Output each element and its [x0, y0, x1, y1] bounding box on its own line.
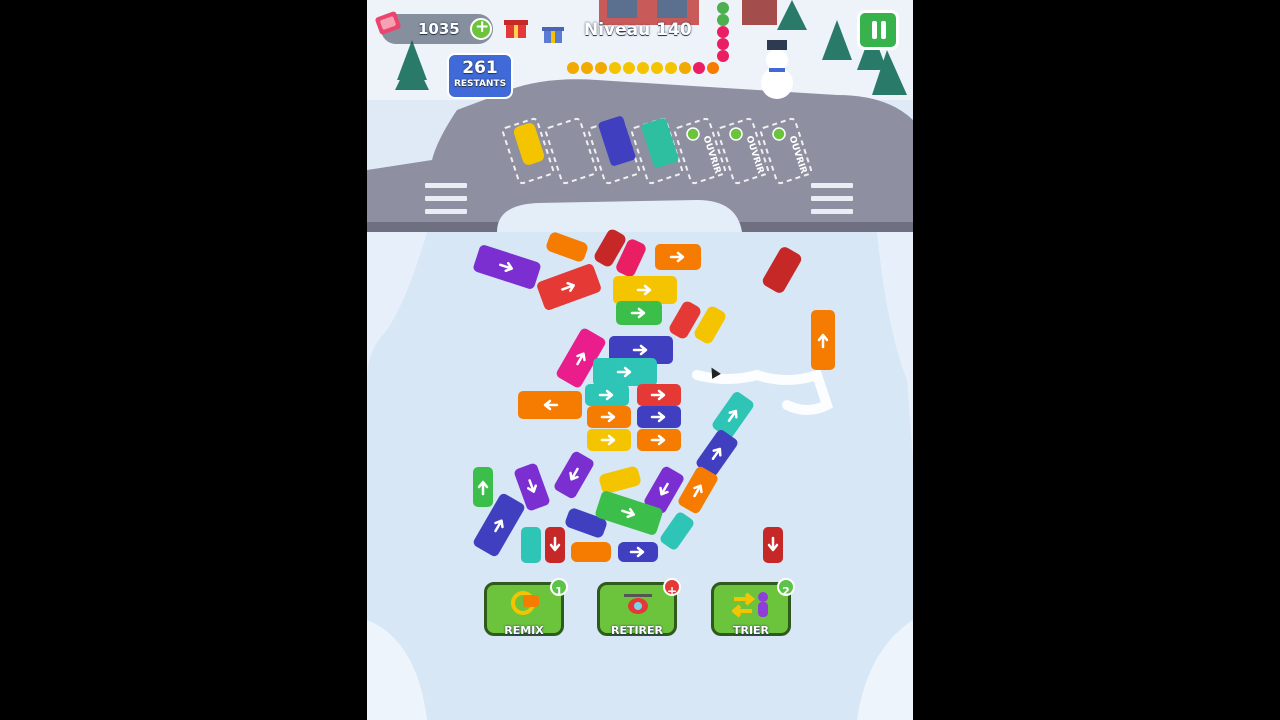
booster-remix-label: REMIX — [504, 624, 544, 637]
booster-trier-badge: 2 — [777, 578, 795, 598]
game-viewport: 1035 + Niveau 140 261 RESTANTS OUVRIR OU… — [367, 0, 913, 720]
badge-count: 2 — [782, 585, 790, 598]
badge-count: + — [666, 584, 678, 598]
unlock-plus-icons — [686, 127, 786, 141]
booster-retirer-badge: + — [663, 578, 681, 598]
vehicle-pile[interactable] — [367, 225, 913, 585]
badge-count: 1 — [555, 585, 563, 598]
booster-retirer-label: RETIRER — [610, 624, 664, 637]
swap-person-icon — [730, 591, 772, 619]
helicopter-icon — [622, 591, 654, 617]
booster-trier-label: TRIER — [732, 624, 770, 637]
remix-car-icon — [511, 591, 539, 615]
booster-remix-badge: 1 — [550, 578, 568, 598]
